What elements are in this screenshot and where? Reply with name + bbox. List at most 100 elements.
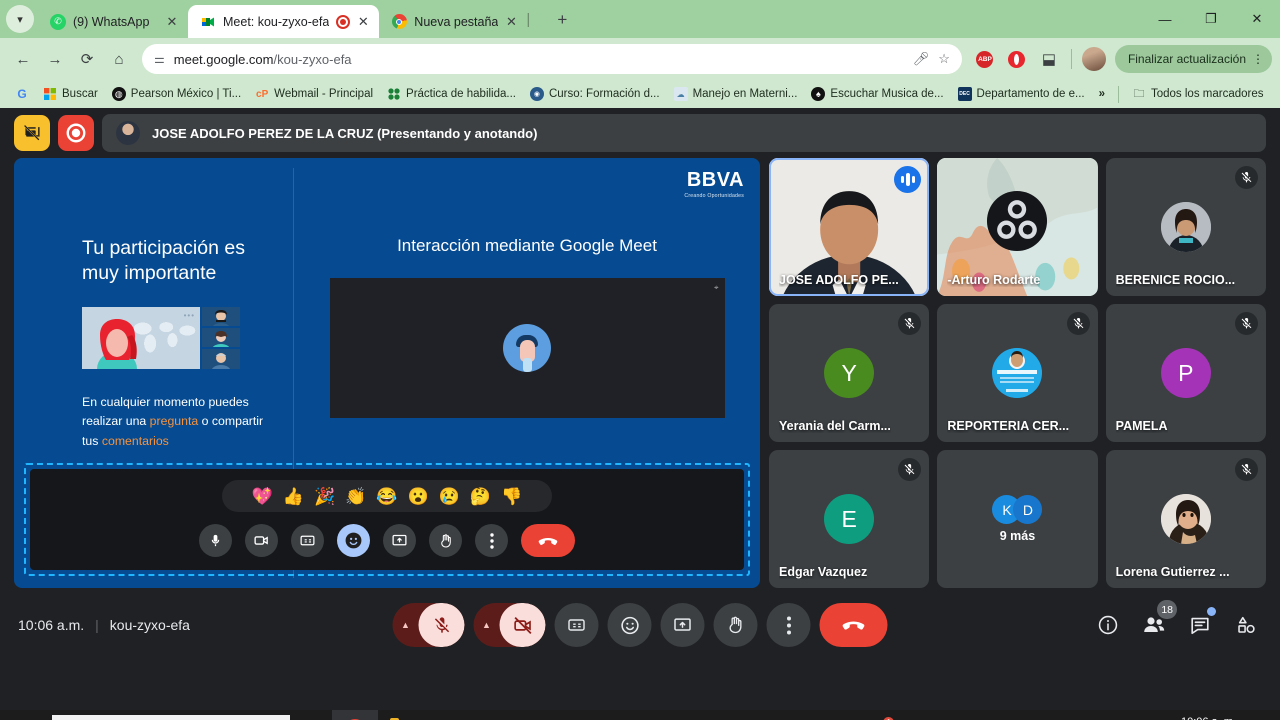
tab-search-button[interactable]: ▾ [6,5,34,33]
tab-whatsapp[interactable]: ✆ (9) WhatsApp ✕ [38,5,188,38]
tile-participant[interactable]: E Edgar Vazquez [769,450,930,588]
bookmarks-overflow-button[interactable]: » [1092,83,1112,105]
minimize-button[interactable]: — [1142,0,1188,38]
stop-presenting-icon[interactable] [14,115,50,151]
taskbar-word[interactable]: W [470,710,516,720]
tile-participant[interactable]: P PAMELA [1105,304,1266,442]
emoji-party[interactable]: 🎉 [314,488,335,505]
close-icon[interactable]: ✕ [166,15,178,28]
new-tab-button[interactable]: + [548,6,576,34]
chevron-up-icon[interactable]: ^ [979,710,998,720]
back-icon[interactable]: ← [8,44,38,74]
present-icon[interactable] [383,524,416,557]
mic-icon[interactable] [199,524,232,557]
emoji-reactions-bar[interactable]: 💖 👍 🎉 👏 😂 😮 😢 🤔 👎 [222,480,552,512]
tile-self[interactable]: JOSE ADOLFO PE... [769,158,930,296]
emoji-clap[interactable]: 👏 [345,488,366,505]
emoji-surprised[interactable]: 😮 [408,488,429,505]
taskbar-chrome[interactable] [332,710,378,720]
adblock-extension-icon[interactable]: ABP [970,44,1000,74]
voice-search-icon[interactable]: 🎤︎ [913,51,930,67]
bookmark-google[interactable]: G [8,83,36,105]
emoji-thumbs-down[interactable]: 👎 [501,488,522,505]
hang-up-icon[interactable] [521,524,575,557]
raise-hand-button[interactable] [713,603,758,647]
tile-participant[interactable]: REPORTERIA CER... [937,304,1098,442]
taskbar-excel[interactable]: X [424,710,470,720]
reload-icon[interactable]: ⟳ [72,44,102,74]
chevron-up-icon[interactable]: ▲ [474,603,500,647]
bookmark-item[interactable]: cP Webmail - Principal [248,83,380,105]
emoji-thinking[interactable]: 🤔 [470,488,491,505]
hang-up-button[interactable] [819,603,888,647]
bookmark-item[interactable]: ◉ Curso: Formación d... [523,83,667,105]
tile-participant[interactable]: Y Yerania del Carm... [769,304,930,442]
captions-icon[interactable] [291,524,324,557]
forward-icon[interactable]: → [40,44,70,74]
present-screen-button[interactable] [660,603,705,647]
opera-extension-icon[interactable] [1002,44,1032,74]
taskbar-powerpoint[interactable]: P [516,710,562,720]
people-button[interactable]: 18 [1138,600,1177,641]
close-icon[interactable]: ✕ [505,15,517,28]
screen-icon[interactable] [1056,710,1085,720]
bookmark-item[interactable]: ♠ Escuchar Musica de... [804,83,950,105]
emoji-icon[interactable] [337,524,370,557]
tile-participant[interactable]: BERENICE ROCIO... [1105,158,1266,296]
wifi-icon[interactable] [1143,710,1173,720]
all-bookmarks-button[interactable]: 🗀 Todos los marcadores [1125,83,1271,105]
camera-icon[interactable] [245,524,278,557]
emoji-button[interactable] [607,603,652,647]
mic-off-button[interactable] [418,603,465,647]
site-settings-icon[interactable]: ⚌ [154,52,165,66]
notification-icon[interactable] [1244,710,1274,720]
tile-more-participants[interactable]: K D 9 más [937,450,1098,588]
taskbar-file-explorer[interactable] [378,710,424,720]
bookmark-item[interactable]: Práctica de habilida... [380,83,523,105]
mic-icon[interactable] [1116,710,1143,720]
avatar[interactable] [1079,44,1109,74]
camera-control[interactable]: ▲ [473,603,546,647]
more-options-icon[interactable] [475,524,508,557]
raise-hand-icon[interactable] [429,524,462,557]
tile-participant[interactable]: -Arturo Rodarte [937,158,1098,296]
chevron-up-icon[interactable]: ▲ [393,603,419,647]
captions-button[interactable] [554,603,599,647]
tab-recording-icon[interactable] [336,14,351,29]
maximize-button[interactable]: ❐ [1188,0,1234,38]
search-input[interactable]: ⌕ Buscar [52,715,290,720]
bookmark-star-icon[interactable]: ☆ [938,51,950,67]
emoji-sad[interactable]: 😢 [439,488,460,505]
no-sound-icon[interactable] [1027,710,1056,720]
info-button[interactable] [1092,609,1124,641]
more-options-button[interactable] [766,603,811,647]
record-icon[interactable] [58,115,94,151]
chat-button[interactable] [1184,607,1216,641]
chrome-menu-icon[interactable]: ⋮ [1252,52,1264,66]
battery-icon[interactable] [1085,710,1116,720]
start-button[interactable] [4,710,48,720]
bookmark-item[interactable]: Buscar [36,83,105,105]
close-window-button[interactable]: ✕ [1234,0,1280,38]
address-bar[interactable]: ⚌ meet.google.com/kou-zyxo-efa 🎤︎ ☆ [142,44,962,74]
emoji-joy[interactable]: 😂 [376,488,397,505]
extensions-icon[interactable]: ⬓ [1034,44,1064,74]
camera-off-button[interactable] [499,603,546,647]
home-icon[interactable]: ⌂ [104,44,134,74]
bookmark-item[interactable]: ◍ Pearson México | Ti... [105,83,248,105]
tile-participant[interactable]: Lorena Gutierrez ... [1105,450,1266,588]
bookmark-item[interactable]: DEC Departamento de e... [951,83,1092,105]
tab-new[interactable]: Nueva pestaña ✕ | [379,5,542,38]
emoji-thumbs-up[interactable]: 👍 [283,488,304,505]
bookmark-item[interactable]: ☁ Manejo en Materni... [667,83,805,105]
task-view-icon[interactable] [290,710,332,720]
shared-screen[interactable]: Tu participación es muy importante ••• E… [14,158,760,588]
tab-meet[interactable]: Meet: kou-zyxo-efa ✕ [188,5,380,38]
close-icon[interactable]: ✕ [357,15,369,28]
mic-control[interactable]: ▲ [392,603,465,647]
camera-off-icon[interactable] [998,710,1027,720]
activities-button[interactable] [1230,609,1262,641]
clock[interactable]: 10:06 a. m. 14/11/2024 [1173,715,1244,720]
emoji-heart[interactable]: 💖 [252,488,273,505]
finish-update-button[interactable]: Finalizar actualización ⋮ [1114,45,1272,73]
